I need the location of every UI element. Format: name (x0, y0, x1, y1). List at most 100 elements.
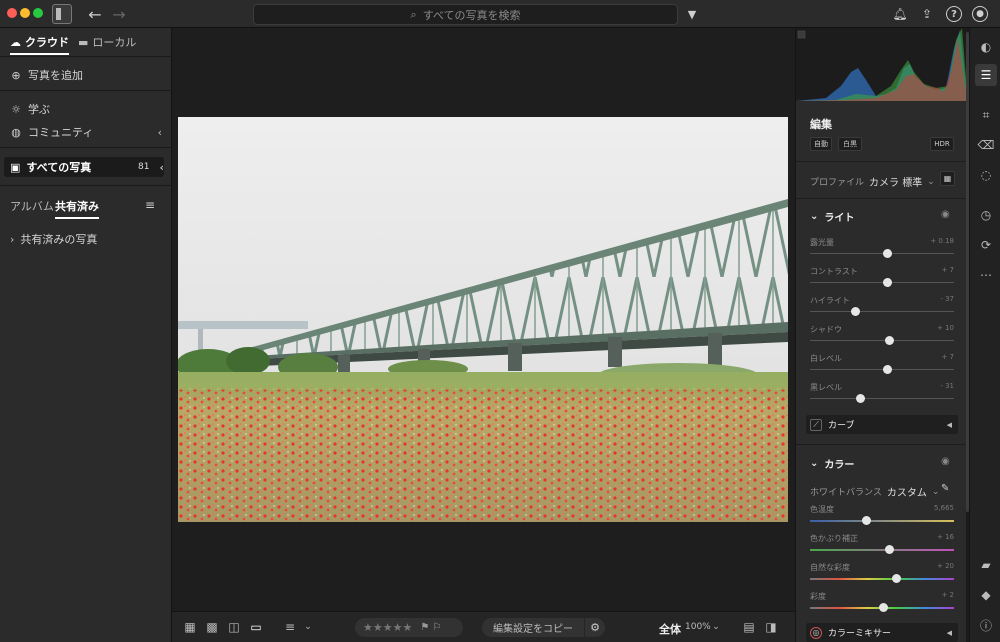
main-photo[interactable] (178, 117, 788, 522)
flag-buttons[interactable]: ⚑ ⚐ (420, 622, 441, 633)
photo-count: 81 (138, 162, 150, 172)
profile-selector[interactable]: プロファイル カメラ 標準 ⌄ (810, 174, 935, 190)
detail-view-icon[interactable]: ▭ (249, 620, 263, 634)
zoom-level[interactable]: 100% (685, 622, 711, 632)
sidebar-item-all-photos[interactable]: ▣ すべての写真 81 ‹ (4, 157, 164, 177)
sidebar-item-shared-photos[interactable]: › 共有済みの写真 (10, 231, 97, 247)
filter-icon[interactable]: ▼ (685, 4, 699, 24)
zoom-fit-label[interactable]: 全体 (659, 621, 681, 637)
presets-icon[interactable]: ◐ (975, 36, 997, 58)
slider-thumb[interactable] (879, 603, 889, 612)
chevron-down-icon[interactable]: ⌄ (303, 620, 313, 634)
info-icon[interactable]: ⓘ (975, 614, 997, 636)
square-grid-view-icon[interactable]: ▩ (205, 620, 219, 634)
chevron-down-icon: ⌄ (927, 176, 935, 187)
grid-view-icon[interactable]: ▦ (183, 620, 197, 634)
eye-icon[interactable]: ◉ (941, 456, 950, 467)
chevron-left-icon: ‹ (159, 160, 164, 174)
sidebar-item-learn[interactable]: ☼ 学ぶ (10, 101, 50, 117)
info-overlay-icon[interactable]: ▤ (742, 620, 756, 634)
search-placeholder: すべての写真を検索 (422, 8, 521, 22)
chevron-down-icon[interactable]: ⌄ (711, 620, 721, 634)
bell-icon[interactable]: 🔔︎ (892, 4, 907, 24)
window-minimize-button[interactable] (20, 8, 30, 18)
left-sidebar: ☁ クラウド ▬ ローカル ⊕ 写真を追加 ☼ 学ぶ ◍ コミュニティ ‹ ▣ … (0, 28, 172, 642)
auto-button[interactable]: 自動 (810, 137, 832, 151)
gear-icon[interactable]: ⚙ (585, 618, 605, 637)
panel-toggle-icon[interactable] (52, 4, 72, 24)
eye-icon[interactable]: ◉ (941, 209, 950, 220)
window-close-button[interactable] (7, 8, 17, 18)
sort-icon[interactable]: ≡ (283, 620, 297, 634)
shadows-slider[interactable]: シャドウ + 10 (810, 324, 954, 348)
slider-thumb[interactable] (885, 545, 895, 554)
slider-thumb[interactable] (883, 365, 893, 374)
curve-section-header[interactable]: ⟋ カーブ ◀ (806, 415, 958, 434)
divider (0, 185, 172, 186)
back-arrow-icon[interactable]: ← (86, 4, 104, 24)
tab-local[interactable]: ▬ ローカル (78, 34, 136, 50)
lightbulb-icon: ☼ (11, 102, 21, 116)
forward-arrow-icon[interactable]: → (110, 4, 128, 24)
sidebar-item-community[interactable]: ◍ コミュニティ ‹ (10, 124, 162, 140)
blacks-slider[interactable]: 黒レベル - 31 (810, 382, 954, 406)
light-section-header[interactable]: ⌄ ライト (810, 209, 854, 224)
slider-thumb[interactable] (883, 278, 893, 287)
before-after-icon[interactable]: ◨ (764, 620, 778, 634)
bottom-toolbar: ▦ ▩ ◫ ▭ ≡ ⌄ ★★★★★ ⚑ ⚐ 編集設定をコピー ⚙ 全体 100%… (172, 611, 795, 642)
window-maximize-button[interactable] (33, 8, 43, 18)
eyedropper-icon[interactable]: ✎ (941, 483, 949, 494)
user-icon[interactable]: ● (972, 6, 988, 22)
crop-icon[interactable]: ⌗ (975, 104, 997, 126)
temperature-slider[interactable]: 色温度 5,665 (810, 504, 954, 528)
slider-thumb[interactable] (885, 336, 895, 345)
history-icon[interactable]: ◷ (975, 204, 997, 226)
divider (0, 90, 172, 91)
help-icon[interactable]: ? (946, 6, 962, 22)
slider-thumb[interactable] (862, 516, 872, 525)
tint-slider[interactable]: 色かぶり補正 + 16 (810, 533, 954, 557)
tab-albums[interactable]: アルバム (10, 198, 54, 214)
divider (0, 147, 172, 148)
healing-brush-icon[interactable]: ⌫ (975, 134, 997, 156)
profile-browser-icon[interactable]: ▦ (940, 171, 955, 186)
whites-slider[interactable]: 白レベル + 7 (810, 353, 954, 377)
hdr-button[interactable]: HDR (930, 137, 954, 151)
chevron-down-icon: ⌄ (810, 458, 819, 469)
slider-thumb[interactable] (883, 249, 893, 258)
add-photos-button[interactable]: ⊕ 写真を追加 (10, 67, 83, 83)
masking-icon[interactable]: ◌ (975, 164, 997, 186)
edit-sliders-icon[interactable]: ☰ (975, 64, 997, 86)
title-bar: ← → ⌕ すべての写真を検索 ▼ 🔔︎ ⇪ ? ● (0, 0, 1000, 28)
share-icon[interactable]: ⇪ (920, 4, 934, 24)
slider-thumb[interactable] (851, 307, 861, 316)
color-mixer-section-header[interactable]: ◎ カラーミキサー ◀ (806, 623, 958, 642)
lightroom-window: ← → ⌕ すべての写真を検索 ▼ 🔔︎ ⇪ ? ● ☁ クラウド ▬ ローカル… (0, 0, 1000, 642)
color-section-header[interactable]: ⌄ カラー (810, 456, 854, 471)
bw-button[interactable]: 白黒 (838, 137, 862, 151)
slider-thumb[interactable] (892, 574, 902, 583)
copy-settings-button[interactable]: 編集設定をコピー (482, 618, 584, 637)
more-icon[interactable]: ⋯ (975, 264, 997, 286)
search-input[interactable]: ⌕ すべての写真を検索 (253, 4, 678, 25)
highlights-slider[interactable]: ハイライト - 37 (810, 295, 954, 319)
contrast-slider[interactable]: コントラスト + 7 (810, 266, 954, 290)
tool-strip: ◐ ☰ ⌗ ⌫ ◌ ◷ ⟳ ⋯ ▰ ◆ ⓘ (969, 28, 1000, 642)
versions-icon[interactable]: ⟳ (975, 234, 997, 256)
white-balance-selector[interactable]: ホワイトバランス カスタム ⌄ (810, 484, 939, 500)
exposure-slider[interactable]: 露光量 + 0.18 (810, 237, 954, 261)
sort-icon[interactable]: ≡ (145, 198, 155, 212)
tab-shared[interactable]: 共有済み (55, 198, 99, 219)
edit-panel: 編集 自動 白黒 HDR プロファイル カメラ 標準 ⌄ ▦ ⌄ ライト ◉ 露… (795, 28, 967, 642)
tab-cloud[interactable]: ☁ クラウド (10, 34, 69, 55)
histogram (796, 28, 967, 101)
star-rating[interactable]: ★★★★★ (363, 621, 412, 634)
vibrance-slider[interactable]: 自然な彩度 + 20 (810, 562, 954, 586)
curve-icon: ⟋ (810, 418, 822, 431)
slider-thumb[interactable] (855, 394, 865, 403)
tag-icon[interactable]: ◆ (975, 584, 997, 606)
compare-view-icon[interactable]: ◫ (227, 620, 241, 634)
caret-left-icon: ◀ (946, 420, 952, 429)
comment-icon[interactable]: ▰ (975, 554, 997, 576)
saturation-slider[interactable]: 彩度 + 2 (810, 591, 954, 615)
